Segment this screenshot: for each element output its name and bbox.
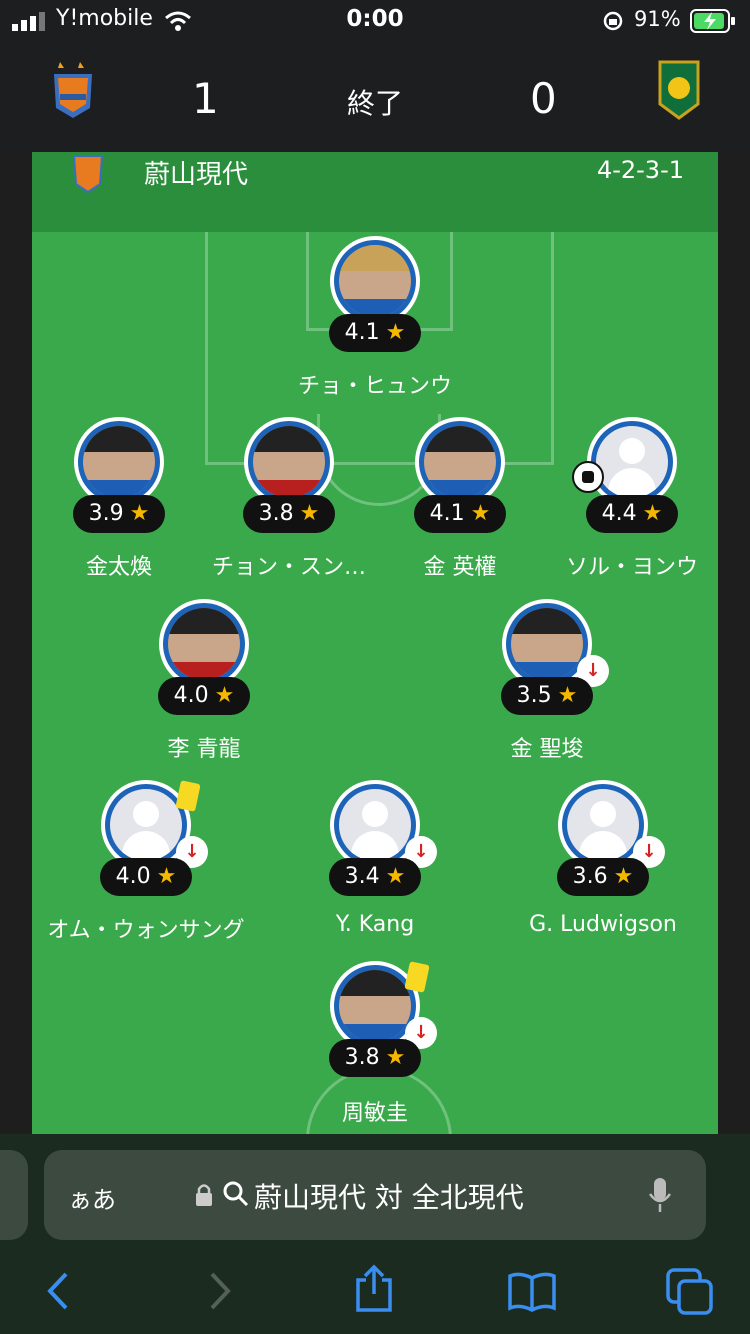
player-rating: 3.6 ★	[557, 858, 649, 896]
player-rating: 4.4 ★	[586, 495, 678, 533]
player-card[interactable]: ↓ 3.6 ★ G. Ludwigson	[483, 780, 718, 940]
player-name: 周敏圭	[341, 1101, 408, 1126]
star-icon: ★	[613, 864, 634, 889]
status-bar: Y!mobile 0:00 91%	[0, 0, 750, 42]
player-rating: 3.4 ★	[329, 858, 421, 896]
battery-percent: 91%	[634, 7, 681, 31]
match-status: 終了	[346, 87, 403, 120]
player-name: ソル・ヨンウ	[565, 555, 698, 580]
player-name: 李 青龍	[167, 737, 241, 762]
player-rating: 4.1 ★	[414, 495, 506, 533]
tabs-icon[interactable]	[666, 1268, 714, 1316]
player-rating: 3.5 ★	[501, 677, 593, 715]
star-icon: ★	[129, 501, 150, 526]
avatar	[244, 417, 334, 507]
player-name: チョ・ヒュンウ	[297, 374, 452, 399]
team-name: 蔚山現代	[144, 160, 249, 190]
avatar	[74, 417, 164, 507]
soccer-ball-icon	[572, 461, 604, 493]
player-name: 金 聖埈	[510, 737, 584, 762]
team-logo-icon	[72, 155, 104, 194]
battery-charging-icon	[690, 9, 735, 33]
player-rating: 4.0 ★	[100, 858, 192, 896]
player-rating: 4.0 ★	[158, 677, 250, 715]
yellow-card-icon	[404, 961, 430, 993]
team-header: 蔚山現代 4-2-3-1	[32, 152, 718, 232]
away-score: 0	[530, 74, 557, 123]
player-card[interactable]: ↓ 3.8 ★ 周敏圭	[255, 961, 495, 1126]
away-team-logo-icon[interactable]	[656, 58, 702, 122]
back-icon[interactable]	[44, 1272, 72, 1310]
star-icon: ★	[299, 501, 320, 526]
previous-tab-preview[interactable]	[0, 1150, 28, 1240]
browser-toolbar: ぁあ 蔚山現代 対 全北現代	[0, 1134, 750, 1334]
microphone-icon[interactable]	[648, 1176, 672, 1214]
star-icon: ★	[470, 501, 491, 526]
yellow-card-icon	[175, 780, 201, 812]
player-card[interactable]: ↓ 3.5 ★ 金 聖埈	[427, 599, 667, 762]
share-icon[interactable]	[354, 1264, 394, 1314]
star-icon: ★	[557, 683, 578, 708]
score-header: 1 終了 0	[0, 42, 750, 152]
player-rating: 3.9 ★	[73, 495, 165, 533]
avatar	[587, 417, 677, 507]
url-text: 蔚山現代 対 全北現代	[254, 1181, 524, 1214]
bookmarks-icon[interactable]	[506, 1270, 558, 1312]
avatar	[330, 236, 420, 326]
player-card[interactable]: 4.1 ★ チョ・ヒュンウ	[255, 236, 495, 399]
reader-settings-button[interactable]: ぁあ	[68, 1180, 116, 1215]
player-card[interactable]: 4.0 ★ 李 青龍	[84, 599, 324, 762]
pitch: 4.1 ★ チョ・ヒュンウ 3.9 ★ 金太煥 3.8 ★ チョン・スン… 4.1 ★ …	[32, 232, 718, 1134]
address-bar[interactable]: ぁあ 蔚山現代 対 全北現代	[44, 1150, 706, 1240]
lock-icon	[196, 1184, 212, 1206]
star-icon: ★	[385, 864, 406, 889]
forward-icon[interactable]	[206, 1272, 234, 1310]
search-icon	[223, 1181, 249, 1207]
orientation-lock-icon	[603, 11, 623, 31]
star-icon: ★	[214, 683, 235, 708]
player-rating: 3.8 ★	[243, 495, 335, 533]
star-icon: ★	[642, 501, 663, 526]
star-icon: ★	[385, 320, 406, 345]
player-rating: 3.8 ★	[329, 1039, 421, 1077]
player-card[interactable]: 4.4 ★ ソル・ヨンウ	[512, 417, 718, 580]
avatar	[415, 417, 505, 507]
player-name: G. Ludwigson	[529, 912, 677, 937]
avatar	[159, 599, 249, 689]
player-rating: 4.1 ★	[329, 314, 421, 352]
star-icon: ★	[385, 1045, 406, 1070]
star-icon: ★	[156, 864, 177, 889]
formation: 4-2-3-1	[596, 156, 684, 184]
